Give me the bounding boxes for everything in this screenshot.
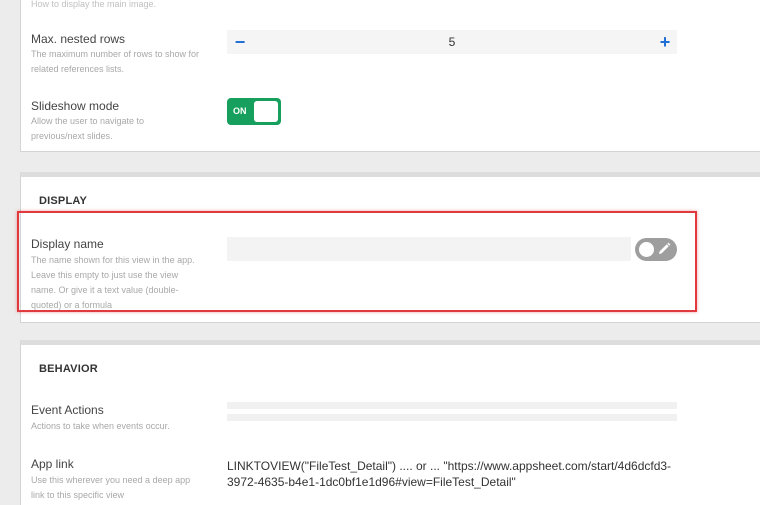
display-name-description: The name shown for this view in the app.… bbox=[31, 255, 195, 310]
event-actions-list-item[interactable] bbox=[227, 414, 677, 421]
event-actions-description: Actions to take when events occur. bbox=[31, 421, 170, 431]
main-image-description: How to display the main image. bbox=[31, 0, 157, 9]
pencil-icon bbox=[659, 242, 671, 254]
max-nested-rows-stepper[interactable]: 5 − + bbox=[227, 30, 677, 54]
display-name-input[interactable] bbox=[227, 237, 631, 261]
max-nested-rows-value[interactable]: 5 bbox=[227, 30, 677, 54]
slideshow-mode-toggle[interactable]: ON bbox=[227, 98, 281, 125]
behavior-panel: BEHAVIOR Event Actions Actions to take w… bbox=[20, 340, 760, 505]
increment-button[interactable]: + bbox=[653, 30, 677, 54]
slideshow-mode-label: Slideshow mode bbox=[31, 99, 120, 113]
event-actions-list-item[interactable] bbox=[227, 402, 677, 409]
display-name-label: Display name bbox=[31, 237, 104, 251]
display-section-title: DISPLAY bbox=[39, 195, 88, 207]
max-nested-rows-description: The maximum number of rows to show for r… bbox=[31, 49, 200, 74]
behavior-section-title: BEHAVIOR bbox=[39, 363, 98, 375]
formula-toggle[interactable] bbox=[635, 238, 677, 261]
toggle-on-text: ON bbox=[233, 106, 247, 116]
view-options-panel: How to display the main image. Max. nest… bbox=[20, 0, 760, 152]
app-link-label: App link bbox=[31, 457, 74, 471]
display-panel: DISPLAY Display name The name shown for … bbox=[20, 172, 760, 323]
decrement-button[interactable]: − bbox=[228, 30, 252, 54]
max-nested-rows-label: Max. nested rows bbox=[31, 32, 126, 46]
app-link-value: LINKTOVIEW("FileTest_Detail") .... or ..… bbox=[227, 459, 672, 489]
app-link-description: Use this wherever you need a deep app li… bbox=[31, 475, 191, 500]
formula-toggle-knob bbox=[639, 242, 654, 257]
toggle-knob bbox=[254, 101, 278, 122]
event-actions-label: Event Actions bbox=[31, 403, 104, 417]
slideshow-mode-description: Allow the user to navigate to previous/n… bbox=[31, 116, 145, 141]
